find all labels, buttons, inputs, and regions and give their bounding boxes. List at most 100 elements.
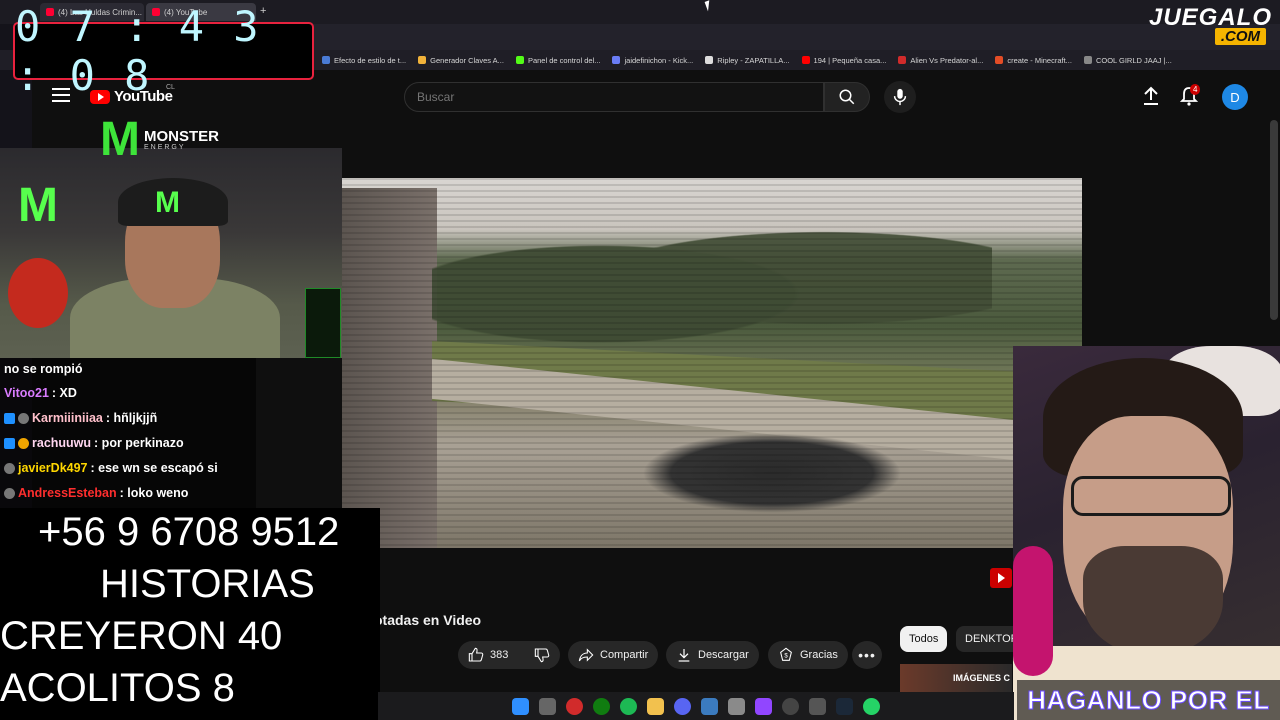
juegalo-logo: JUEGALO .COM <box>1114 4 1278 48</box>
spotify-icon[interactable] <box>620 697 637 715</box>
emote-badge-icon <box>18 412 29 424</box>
video-player[interactable] <box>342 178 1082 548</box>
steam-icon[interactable] <box>836 697 853 715</box>
bookmark-item[interactable]: Generador Claves A... <box>418 56 504 65</box>
stream-chat: no se rompió Vitoo21 : XD Karmiiiniiaa :… <box>0 358 256 508</box>
share-label: Compartir <box>600 649 649 661</box>
monster-claw-icon: M <box>18 179 58 232</box>
thanks-label: Gracias <box>800 649 838 661</box>
page-scrollbar[interactable] <box>1270 120 1278 320</box>
chat-message-text: : loko weno <box>119 486 189 500</box>
stream-text-overlay: +56 9 6708 9512 HISTORIAS CREYERON 40 AC… <box>0 508 380 720</box>
subscriber-badge-icon <box>4 412 15 424</box>
bookmark-favicon-icon <box>705 56 714 64</box>
download-button[interactable]: Descargar <box>666 641 759 669</box>
chat-message-text: : XD <box>51 386 77 400</box>
chat-message: no se rompió <box>4 362 82 376</box>
overlay-line-historias: HISTORIAS <box>100 562 315 606</box>
download-label: Descargar <box>698 649 749 661</box>
logo-line-2: .COM <box>1214 28 1266 45</box>
bookmark-favicon-icon <box>418 56 427 64</box>
search-box[interactable] <box>404 82 824 112</box>
more-actions-button[interactable]: ••• <box>852 641 882 669</box>
calculator-icon[interactable] <box>728 697 745 715</box>
windows-start-icon[interactable] <box>512 697 529 715</box>
dislike-button[interactable] <box>524 641 560 669</box>
bookmark-favicon-icon <box>612 56 621 64</box>
obs-icon[interactable] <box>782 697 799 715</box>
overlay-line-acolitos: ACOLITOS 8 <box>0 666 235 710</box>
chat-message: AndressEsteban : loko weno <box>4 486 188 500</box>
chat-message: rachuuwu : por perkinazo <box>4 436 184 450</box>
windows-taskbar <box>378 692 1014 720</box>
bookmark-item[interactable]: Ripley - ZAPATILLA... <box>705 56 790 65</box>
whatsapp-icon[interactable] <box>863 697 880 715</box>
subscriber-badge-icon <box>4 437 15 449</box>
bookmark-item[interactable]: jaidefinichon - Kick... <box>612 56 693 65</box>
chat-username: Vitoo21 <box>4 386 49 400</box>
chat-message-text: : hñljkjjñ <box>105 411 158 425</box>
monster-claw-icon: M <box>100 113 140 166</box>
overlay-line-creyeron: CREYERON 40 <box>0 614 283 658</box>
discord-icon[interactable] <box>674 697 691 715</box>
bookmark-item[interactable]: create - Minecraft... <box>995 56 1072 65</box>
chat-message-text: : por perkinazo <box>94 436 184 450</box>
chip-all[interactable]: Todos <box>900 626 948 652</box>
bookmark-item[interactable]: Alien Vs Predator-al... <box>898 56 983 65</box>
video-title: otadas en Video <box>374 612 482 628</box>
phone-number: +56 9 6708 9512 <box>38 510 340 554</box>
emote-badge-icon <box>4 487 15 499</box>
sponsor-name: MONSTER <box>143 128 219 145</box>
thumbnail-caption: IMÁGENES C <box>952 673 1010 683</box>
app-icon[interactable] <box>809 697 826 715</box>
bookmark-favicon-icon <box>995 56 1004 64</box>
thumbs-down-icon <box>534 648 550 663</box>
store-icon[interactable] <box>701 697 718 715</box>
thanks-button[interactable]: $ Gracias <box>768 641 848 669</box>
bookmark-favicon-icon <box>515 56 524 64</box>
bits-badge-icon <box>18 437 29 449</box>
opera-gx-icon[interactable] <box>566 697 583 715</box>
download-icon <box>678 649 690 662</box>
microphone-foam <box>1013 546 1053 676</box>
monster-energy-logo: M MONSTER ENERGY <box>100 116 219 164</box>
bookmark-favicon-icon <box>1083 56 1092 64</box>
share-button[interactable]: Compartir <box>568 641 659 669</box>
voice-search-button[interactable] <box>884 81 916 113</box>
monster-claw-icon: M <box>155 186 180 219</box>
youtube-watermark-icon[interactable] <box>990 568 1012 588</box>
chat-username: rachuuwu <box>32 436 92 450</box>
bookmark-favicon-icon <box>898 56 907 64</box>
stream-app-icon[interactable] <box>755 697 772 715</box>
chat-message-text: : ese wn se escapó si <box>90 461 218 475</box>
account-avatar[interactable]: D <box>1222 84 1248 110</box>
upload-icon[interactable] <box>1142 86 1160 111</box>
related-video-thumbnail[interactable]: IMÁGENES C <box>900 664 1012 692</box>
chat-message: Vitoo21 : XD <box>4 386 77 400</box>
search-input[interactable] <box>405 83 823 111</box>
file-explorer-icon[interactable] <box>647 697 664 715</box>
xbox-icon[interactable] <box>593 697 610 715</box>
microphone-icon <box>893 88 907 106</box>
bookmark-item[interactable]: Panel de control del... <box>515 56 600 65</box>
bookmark-item[interactable]: Efecto de estilo de t... <box>322 56 406 65</box>
super-thanks-icon: $ <box>780 647 792 661</box>
thumbs-up-icon <box>468 647 484 662</box>
glasses <box>1071 476 1231 516</box>
bookmark-item[interactable]: COOL GIRLD JAAJ |... <box>1083 56 1172 65</box>
haganlo-banner: HAGANLO POR EL <box>1017 680 1280 720</box>
energy-drink-can <box>305 288 341 358</box>
chat-message-text: no se rompió <box>4 362 83 376</box>
emote-badge-icon <box>4 462 15 474</box>
search-button[interactable] <box>824 82 870 112</box>
task-view-icon[interactable] <box>539 697 556 715</box>
bookmark-favicon-icon <box>322 56 330 64</box>
bookmark-item[interactable]: 194 | Pequeña casa... <box>801 56 886 65</box>
stream-clock: 0 7 : 4 3 : 0 8 <box>13 2 314 100</box>
bookmark-favicon-icon <box>801 56 810 64</box>
chat-message: javierDk497 : ese wn se escapó si <box>4 461 218 475</box>
like-count: 383 <box>490 649 509 661</box>
search-icon <box>839 89 855 105</box>
chat-message: Karmiiiniiaa : hñljkjjñ <box>4 411 157 425</box>
share-arrow-icon <box>578 648 594 662</box>
